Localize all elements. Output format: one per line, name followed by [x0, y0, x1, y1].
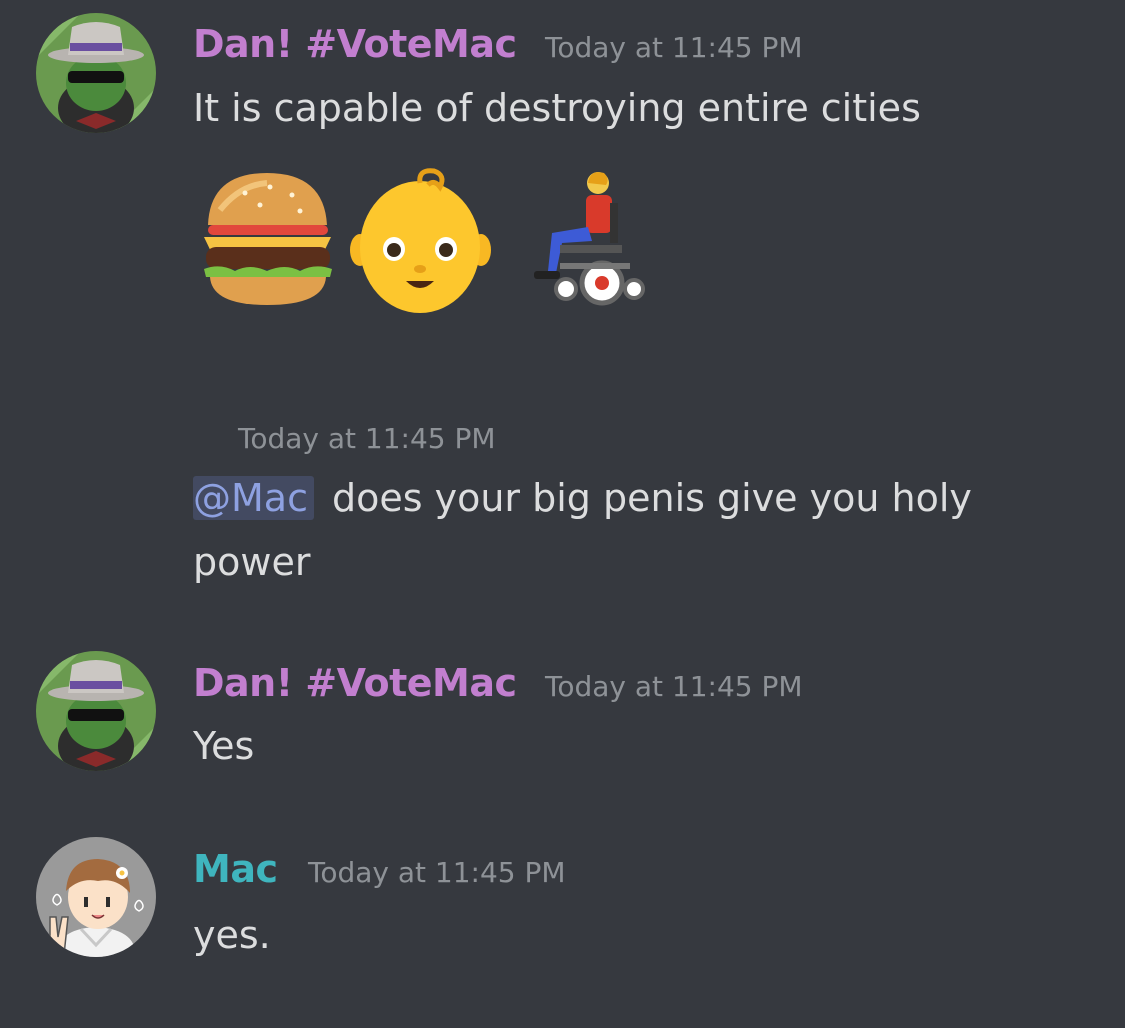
message-text: Yes	[193, 724, 255, 768]
avatar-dan[interactable]	[36, 13, 156, 133]
avatar-mac[interactable]	[36, 837, 156, 957]
person-in-motorized-wheelchair-emoji	[534, 172, 645, 306]
emoji-row	[196, 165, 656, 325]
message-text-line-2: power	[193, 540, 311, 584]
username[interactable]: Mac	[193, 847, 278, 891]
message-timestamp: Today at 11:45 PM	[545, 31, 803, 64]
avatar-mac-image	[36, 837, 156, 957]
hamburger-emoji	[204, 173, 332, 305]
avatar-dan[interactable]	[36, 651, 156, 771]
message-text: It is capable of destroying entire citie…	[193, 86, 921, 130]
message-text: yes.	[193, 913, 271, 957]
message-timestamp: Today at 11:45 PM	[238, 422, 496, 455]
avatar-dan-image	[36, 13, 156, 133]
avatar-dan-image	[36, 651, 156, 771]
username[interactable]: Dan! #VoteMac	[193, 22, 517, 66]
message-text-line-1: @Mac does your big penis give you holy	[193, 466, 972, 530]
message-timestamp: Today at 11:45 PM	[308, 856, 566, 889]
username[interactable]: Dan! #VoteMac	[193, 661, 517, 705]
message-timestamp: Today at 11:45 PM	[545, 670, 803, 703]
user-mention[interactable]: @Mac	[193, 476, 314, 520]
baby-emoji	[350, 168, 491, 313]
message-text: does your big penis give you holy	[331, 476, 972, 520]
chat-messages: Dan! #VoteMac Today at 11:45 PM It is ca…	[0, 0, 1125, 1028]
